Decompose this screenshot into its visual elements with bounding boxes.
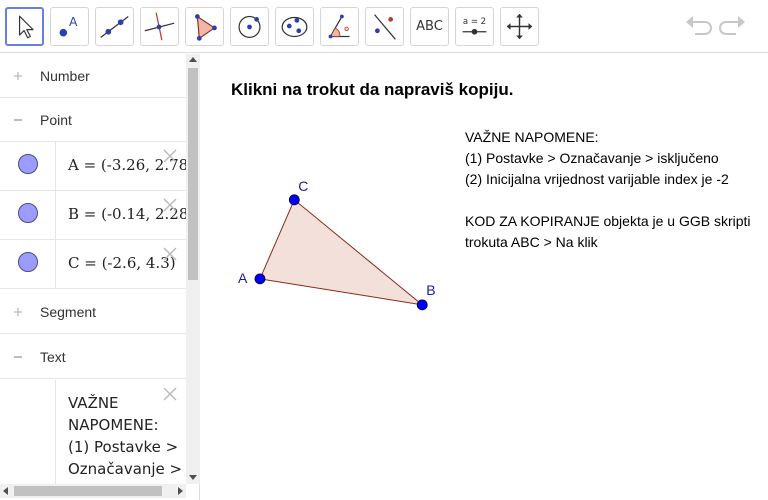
note-line: (1) Postavke > Označavanje > isključeno (465, 150, 719, 166)
note-line: KOD ZA KOPIRANJE objekta je u GGB skript… (465, 213, 751, 229)
category-number[interactable]: Number (0, 54, 186, 98)
angle-tool[interactable] (320, 7, 359, 46)
visibility-marble-icon[interactable] (18, 154, 38, 174)
category-label: Point (40, 112, 72, 128)
category-text[interactable]: Text (0, 335, 186, 379)
note-line: trokuta ABC > Na klik (465, 234, 598, 250)
move-tool[interactable] (5, 7, 44, 46)
slider-tool[interactable]: a = 2 (455, 7, 494, 46)
ellipse-icon (281, 16, 308, 38)
note-line (465, 190, 751, 211)
category-point[interactable]: Point (0, 98, 186, 142)
algebra-item-expression[interactable]: C = (-2.6, 4.3) (68, 254, 176, 272)
graphics-view[interactable]: A B C Klikni na trokut da napraviš kopiju.… (208, 54, 768, 500)
close-icon[interactable] (161, 385, 179, 403)
slider-tool-label: a = 2 (463, 17, 486, 27)
category-label: Text (40, 349, 66, 365)
point-label-a: A (238, 270, 248, 286)
angle-icon (328, 14, 350, 39)
marble-cell (0, 142, 56, 190)
point-c[interactable] (288, 194, 300, 206)
point-a[interactable] (254, 273, 266, 285)
algebra-horizontal-scrollbar[interactable] (0, 484, 186, 498)
note-line: VAŽNE NAPOMENE: (465, 129, 599, 145)
reflect-icon (374, 14, 396, 40)
polygon-icon (195, 14, 217, 41)
move-arrows-icon (506, 13, 533, 40)
note-line: (2) Inicijalna vrijednost varijable inde… (465, 171, 729, 187)
slider-icon: a = 2 (462, 17, 487, 35)
marble-cell (0, 240, 56, 288)
marble-cell (0, 380, 56, 490)
scroll-right-arrow-icon[interactable] (178, 487, 183, 495)
category-label: Segment (40, 304, 97, 320)
category-segment[interactable]: Segment (0, 290, 186, 334)
conic-tool[interactable] (275, 7, 314, 46)
point-tool[interactable]: A (50, 7, 89, 46)
polygon-tool[interactable] (185, 7, 224, 46)
cursor-arrow-icon (18, 15, 34, 39)
visibility-marble-icon[interactable] (18, 252, 38, 272)
marble-cell (0, 191, 56, 239)
text-tool[interactable]: ABC (410, 7, 449, 46)
close-icon[interactable] (161, 147, 179, 165)
undo-button[interactable] (683, 12, 713, 42)
algebra-view: Number Point A = (-3.26, 2.78) B = (-0.1… (0, 54, 200, 500)
scroll-down-arrow-icon[interactable] (189, 475, 197, 480)
category-label: Number (40, 68, 90, 84)
close-icon[interactable] (161, 196, 179, 214)
notes-text: VAŽNE NAPOMENE: (1) Postavke > Označavan… (465, 127, 751, 253)
algebra-item-text[interactable]: VAŽNE NAPOMENE: (1) Postavke > Označavan… (0, 380, 186, 490)
point-icon: A (59, 15, 78, 37)
reflect-tool[interactable] (365, 7, 404, 46)
point-b[interactable] (416, 299, 428, 311)
expand-plus-icon[interactable] (11, 69, 25, 83)
point-label-b: B (426, 282, 435, 298)
point-label-c: C (298, 178, 308, 194)
instruction-text: Klikni na trokut da napraviš kopiju. (231, 80, 514, 99)
scrollbar-thumb[interactable] (14, 486, 162, 496)
undo-icon (686, 16, 712, 35)
text-object-content[interactable]: VAŽNE NAPOMENE: (1) Postavke > Označavan… (68, 392, 182, 480)
algebra-item-c[interactable]: C = (-2.6, 4.3) (0, 240, 186, 289)
line-tool[interactable] (95, 7, 134, 46)
algebra-item-a[interactable]: A = (-3.26, 2.78) (0, 142, 194, 191)
scrollbar-thumb[interactable] (188, 68, 198, 280)
collapse-minus-icon[interactable] (11, 113, 25, 127)
visibility-marble-icon[interactable] (18, 203, 38, 223)
graphics-canvas[interactable]: A B C (208, 54, 768, 500)
redo-icon (719, 16, 745, 35)
move-graphics-view-tool[interactable] (500, 7, 539, 46)
redo-button[interactable] (718, 12, 748, 42)
algebra-vertical-scrollbar[interactable] (186, 54, 200, 484)
close-icon[interactable] (161, 245, 179, 263)
algebra-item-b[interactable]: B = (-0.14, 2.28) (0, 191, 194, 240)
perpendicular-line-tool[interactable] (140, 7, 179, 46)
circle-center-point-tool[interactable] (230, 7, 269, 46)
triangle-abc[interactable] (259, 198, 424, 306)
point-tool-glyph: A (69, 15, 78, 29)
collapse-minus-icon[interactable] (11, 350, 25, 364)
expand-plus-icon[interactable] (11, 305, 25, 319)
toolbar: A ABC a = 2 (0, 0, 768, 53)
line-icon (100, 16, 129, 38)
scroll-up-arrow-icon[interactable] (189, 57, 197, 62)
circle-icon (238, 15, 261, 39)
scroll-left-arrow-icon[interactable] (3, 487, 8, 495)
text-tool-label: ABC (416, 19, 443, 34)
geogebra-app: A ABC a = 2 Number Point A = (-3.26, 2.7… (0, 0, 768, 500)
perpendicular-icon (144, 12, 175, 41)
